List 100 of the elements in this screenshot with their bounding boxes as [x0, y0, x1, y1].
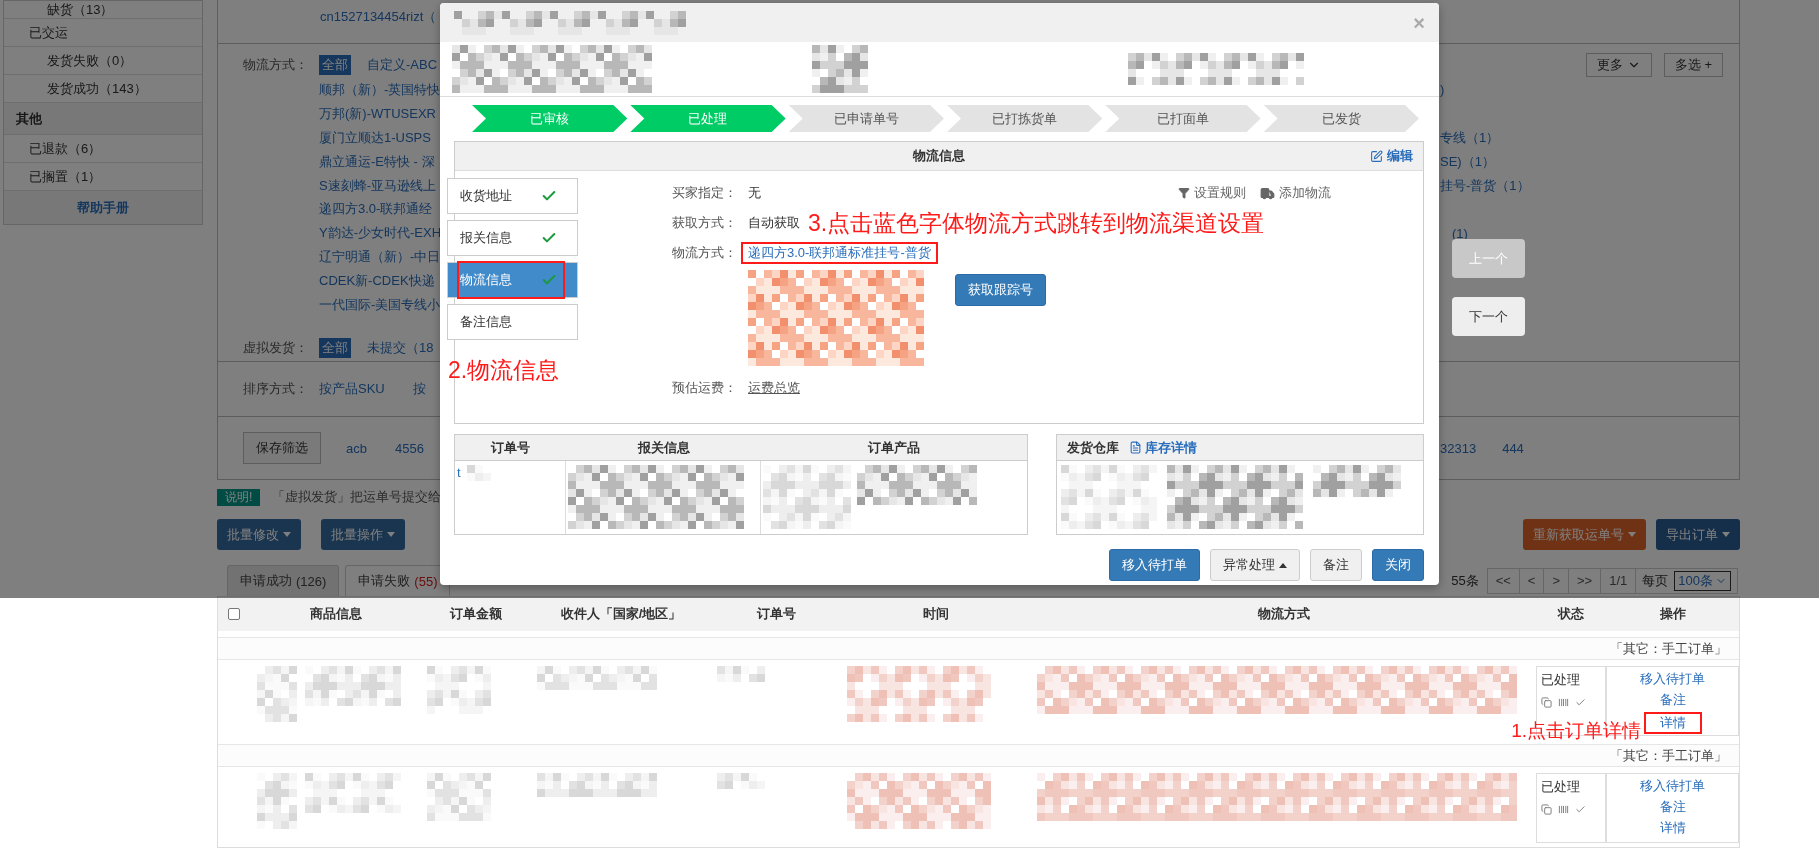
filter-option[interactable]: ) — [1440, 82, 1445, 98]
section-tab[interactable]: 报关信息 — [447, 220, 578, 256]
field-value: 无 — [748, 184, 761, 202]
filter-option[interactable]: 递四方3.0-联邦通经 — [319, 200, 433, 219]
per-page-label: 每页 — [1642, 571, 1669, 590]
dialog-button[interactable]: 备注 — [1310, 549, 1362, 581]
sort-option[interactable]: 按产品SKU — [319, 380, 385, 398]
progress-step: 已审核 — [472, 105, 628, 132]
pixelated-redaction — [466, 465, 491, 481]
save-filter-button[interactable]: 保存筛选 — [243, 432, 321, 464]
field-label: 获取方式： — [672, 214, 738, 232]
order-action-link[interactable]: 移入待打单 — [1640, 777, 1705, 795]
filter-option[interactable]: CDEK新-CDEK快递 — [319, 272, 435, 291]
section-tab[interactable]: 备注信息 — [447, 304, 578, 340]
total-count: 55条 — [1451, 571, 1479, 590]
filter-option[interactable]: 顺邦（新）-英国特快 — [319, 80, 441, 99]
export-button[interactable]: 导出订单 — [1656, 519, 1740, 550]
order-group-label: 「其它：手工订单」 — [218, 637, 1739, 660]
annotation-text: 2.物流信息 — [448, 356, 560, 385]
page-button[interactable]: >> — [1569, 568, 1602, 593]
dialog-button[interactable]: 关闭 — [1372, 549, 1424, 581]
filter-option[interactable]: 挂号-普货（1） — [1440, 176, 1530, 195]
dialog-button[interactable]: 移入待打单 — [1109, 549, 1200, 581]
order-action-link[interactable]: 移入待打单 — [1640, 670, 1705, 688]
dialog-button[interactable]: 异常处理 — [1210, 549, 1300, 581]
multi-select-button[interactable]: 多选 + — [1663, 52, 1723, 77]
field-label: 物流方式： — [672, 244, 738, 262]
order-action-link[interactable]: 详情 — [1643, 712, 1702, 734]
filter-option[interactable]: Y韵达-少女时代-EXH — [319, 224, 442, 243]
page-button[interactable]: << — [1487, 568, 1520, 593]
order-group-label: 「其它：手工订单」 — [218, 744, 1739, 767]
filter-icon — [1178, 187, 1190, 199]
column-header: 发货仓库 — [1067, 438, 1119, 457]
sort-option[interactable]: 按 — [412, 380, 426, 398]
refetch-button[interactable]: 重新获取运单号 — [1523, 519, 1646, 550]
filter-option[interactable]: 厦门立顺达1-USPS — [319, 128, 431, 147]
page-button[interactable]: < — [1519, 568, 1545, 593]
status-text: 已处理 — [1541, 778, 1581, 796]
bulk-action-button[interactable]: 批量操作 — [321, 519, 405, 550]
section-tab[interactable]: 物流信息 — [447, 262, 578, 298]
section-tab[interactable]: 收货地址 — [447, 178, 578, 214]
pixelated-redaction — [717, 666, 765, 682]
filter-option[interactable]: S速刻蜂-亚马逊线上 — [319, 176, 436, 195]
filter-option[interactable]: 万邦(新)-WTUSEXR — [319, 104, 436, 123]
filter-option[interactable]: 鼎立通运-E特快 - 深 — [319, 152, 435, 171]
order-action-link[interactable]: 备注 — [1659, 691, 1686, 709]
filter-option[interactable]: SE)（1） — [1440, 152, 1495, 171]
filter-option[interactable]: 自定义-ABC — [367, 55, 438, 74]
caret-icon — [387, 532, 395, 537]
order-number-link[interactable]: t — [457, 465, 461, 480]
filter-option[interactable]: 一代国际-美国专线小 — [319, 296, 441, 315]
help-link[interactable]: 帮助手册 — [4, 191, 202, 224]
filter-option[interactable]: 专线（1） — [1440, 128, 1500, 147]
saved-filter-link[interactable]: 4556 — [394, 440, 424, 456]
sidebar-item[interactable]: 已退款（6） — [4, 135, 202, 163]
saved-filter-link[interactable]: 32313 — [1440, 440, 1477, 456]
more-button[interactable]: 更多 — [1585, 52, 1652, 77]
field-label: 预估运费： — [672, 379, 738, 397]
progress-step: 已申请单号 — [788, 105, 944, 132]
order-action-link[interactable]: 备注 — [1659, 798, 1686, 816]
check-icon — [1575, 804, 1586, 815]
status-tab[interactable]: 申请成功 (126) — [227, 565, 340, 596]
filter-label: 排序方式： — [243, 380, 309, 398]
shipping-method-link[interactable]: 递四方3.0-联邦通标准挂号-普货 — [741, 242, 938, 264]
filter-option[interactable]: 全部 — [319, 54, 351, 75]
page-indicator[interactable]: 1/1 — [1601, 568, 1637, 593]
field-label: 买家指定： — [672, 184, 738, 202]
caret-icon — [1279, 562, 1287, 568]
saved-filter-link[interactable]: 444 — [1502, 440, 1524, 456]
per-page-select[interactable]: 100条 — [1674, 570, 1731, 591]
progress-step: 已处理 — [630, 105, 786, 132]
copy-icon — [1541, 804, 1552, 815]
add-logistics-link[interactable]: 添加物流 — [1260, 184, 1331, 202]
pixelated-redaction — [812, 45, 868, 93]
sidebar-item[interactable]: 已交运 — [4, 19, 202, 47]
set-rules-link[interactable]: 设置规则 — [1178, 184, 1246, 202]
edit-link[interactable]: 编辑 — [1370, 147, 1413, 165]
page-button[interactable]: > — [1544, 568, 1570, 593]
caret-icon — [1628, 532, 1636, 537]
filter-option[interactable]: 全部 — [319, 338, 351, 359]
caret-icon — [1722, 532, 1730, 537]
sidebar-item[interactable]: 缺货（13） — [4, 1, 202, 19]
close-button[interactable]: × — [1413, 12, 1425, 33]
status-tab[interactable]: 申请失败 (55) — [345, 565, 451, 596]
next-button[interactable]: 下一个 — [1452, 297, 1525, 336]
inventory-detail-link[interactable]: 库存详情 — [1129, 438, 1197, 457]
get-tracking-button[interactable]: 获取跟踪号 — [955, 274, 1046, 306]
filter-option[interactable]: 未提交（18 — [367, 339, 434, 358]
panel-title: 物流信息 — [913, 147, 965, 165]
order-action-link[interactable]: 详情 — [1659, 819, 1686, 837]
bulk-action-button[interactable]: 批量修改 — [217, 519, 301, 550]
filter-option[interactable]: 辽宁明通（新）-中日 — [319, 248, 441, 267]
column-header: 报关信息 — [636, 438, 691, 457]
sidebar-section-header: 其他 — [4, 103, 202, 135]
column-header: 物流方式 — [1256, 605, 1311, 623]
select-all-checkbox[interactable] — [228, 608, 240, 620]
saved-filter-link[interactable]: acb — [346, 440, 367, 456]
pixelated-redaction — [257, 666, 297, 722]
sidebar-item[interactable]: 发货失败（0） — [4, 47, 202, 75]
shipping-fee-link[interactable]: 运费总览 — [748, 379, 800, 397]
